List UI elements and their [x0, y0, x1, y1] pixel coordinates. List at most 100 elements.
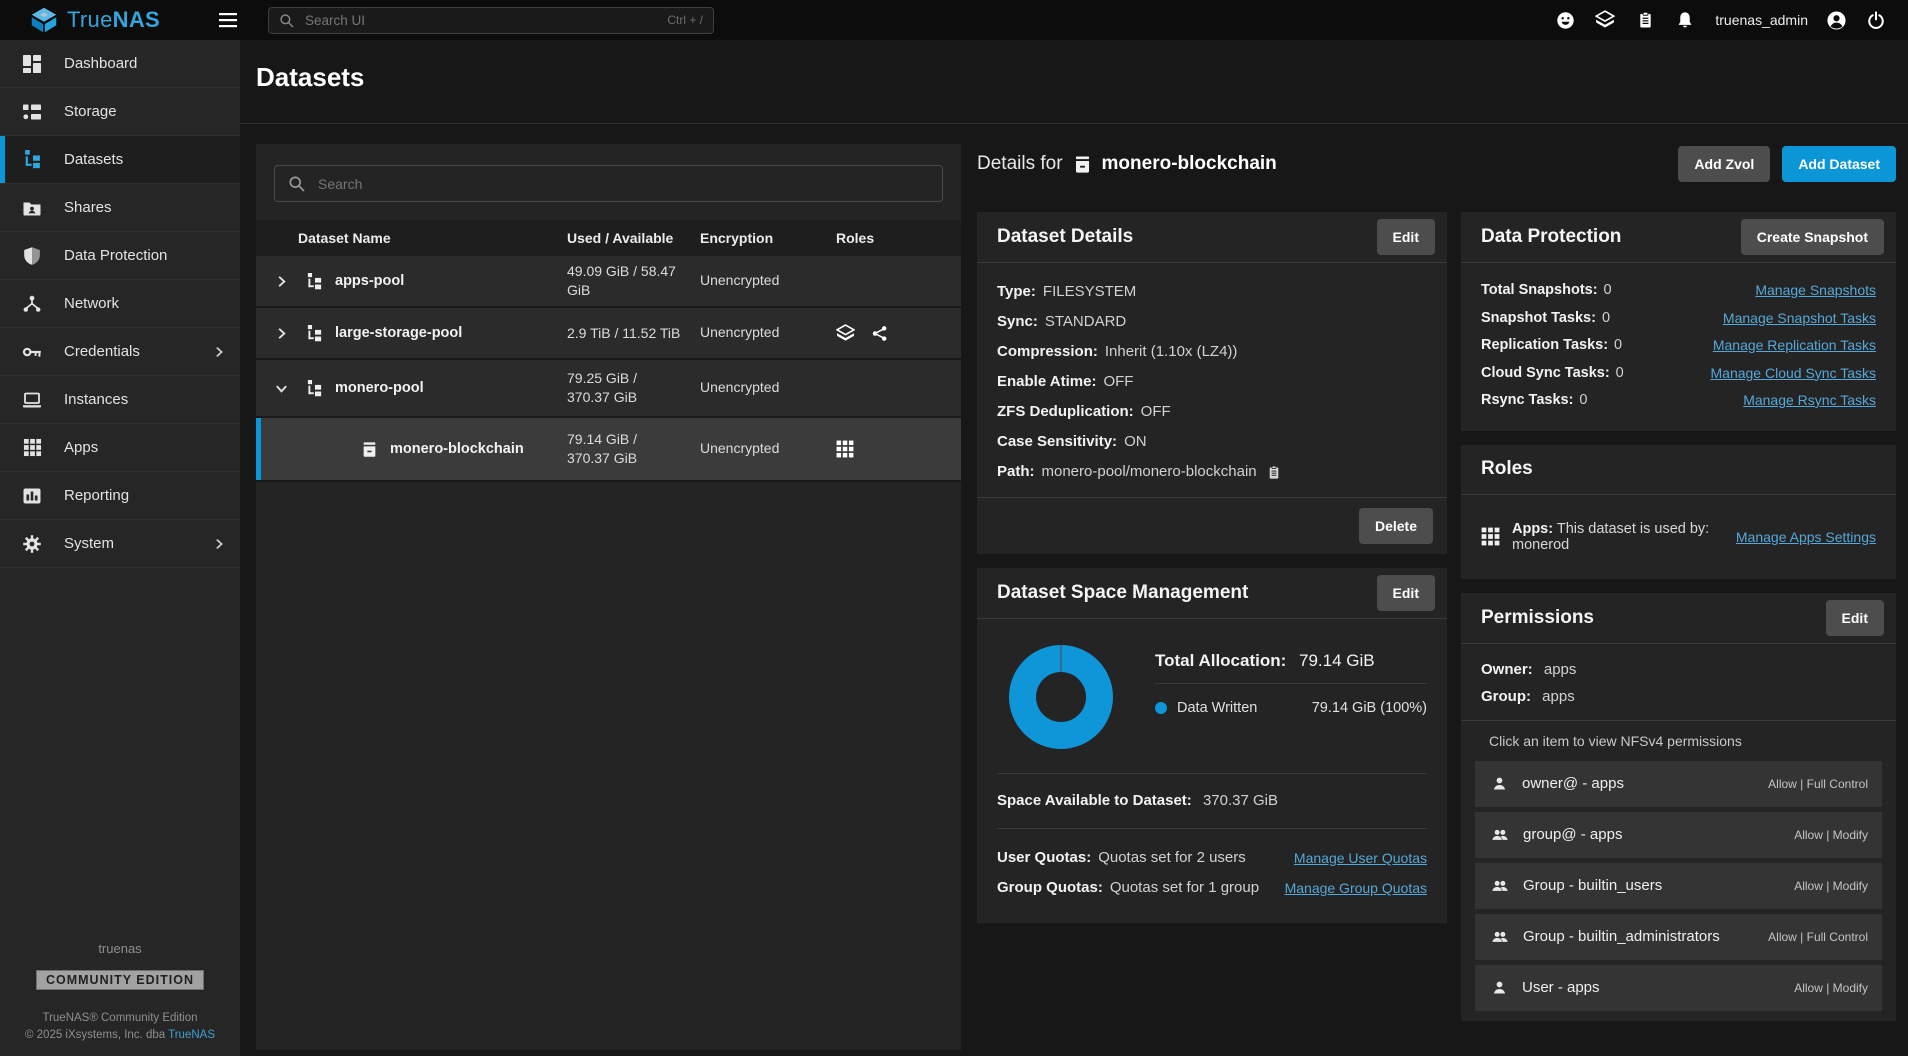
- truenas-logo[interactable]: TrueNAS: [0, 6, 206, 34]
- manage-group-quotas-link[interactable]: Manage Group Quotas: [1285, 873, 1427, 903]
- card-title: Data Protection: [1481, 226, 1621, 248]
- permission-who: Group - builtin_users: [1523, 877, 1662, 894]
- table-row-large-storage-pool[interactable]: large-storage-pool 2.9 TiB / 11.52 TiB U…: [256, 308, 961, 360]
- user-quotas-row: User Quotas: Quotas set for 2 users Mana…: [997, 843, 1427, 873]
- group-quotas-row: Group Quotas: Quotas set for 1 group Man…: [997, 873, 1427, 903]
- sidebar-nav: Dashboard Storage Datasets: [0, 40, 240, 568]
- footer-edition-line: TrueNAS® Community Edition: [0, 1010, 240, 1027]
- sidebar-item-label: Credentials: [64, 343, 212, 360]
- sidebar-item-storage[interactable]: Storage: [0, 88, 240, 136]
- space-available: Space Available to Dataset: 370.37 GiB: [997, 780, 1427, 822]
- manage-rsync-tasks-link[interactable]: Manage Rsync Tasks: [1743, 387, 1876, 415]
- power-icon: [1867, 11, 1885, 29]
- sidebar-item-reporting[interactable]: Reporting: [0, 472, 240, 520]
- sidebar-item-dashboard[interactable]: Dashboard: [0, 40, 240, 88]
- rsync-tasks-row: Rsync Tasks: 0 Manage Rsync Tasks: [1481, 387, 1876, 415]
- global-search: Ctrl + /: [268, 7, 714, 34]
- row-value: 0: [1579, 387, 1587, 415]
- manage-replication-tasks-link[interactable]: Manage Replication Tasks: [1713, 332, 1876, 360]
- create-snapshot-button[interactable]: Create Snapshot: [1741, 219, 1884, 255]
- manage-apps-settings-link[interactable]: Manage Apps Settings: [1736, 529, 1876, 545]
- search-icon: [288, 175, 305, 192]
- permission-item-group-at[interactable]: group@ - apps Allow | Modify: [1475, 812, 1882, 858]
- global-search-input[interactable]: [303, 12, 658, 29]
- copy-path-icon[interactable]: [1267, 465, 1281, 480]
- sidebar-item-apps[interactable]: Apps: [0, 424, 240, 472]
- manage-user-quotas-link[interactable]: Manage User Quotas: [1294, 843, 1427, 873]
- expand-chevron-right-icon[interactable]: [274, 274, 306, 289]
- collapse-chevron-down-icon[interactable]: [274, 381, 306, 396]
- manage-cloud-sync-tasks-link[interactable]: Manage Cloud Sync Tasks: [1711, 360, 1877, 388]
- used-available: 49.09 GiB / 58.47 GiB: [567, 263, 676, 298]
- space-donut-chart: [1009, 645, 1113, 749]
- account-menu-button[interactable]: [1818, 2, 1854, 38]
- edit-dataset-details-button[interactable]: Edit: [1377, 219, 1435, 255]
- sidebar-item-shares[interactable]: Shares: [0, 184, 240, 232]
- group-label: Group:: [1481, 688, 1531, 705]
- user-quotas-label: User Quotas:: [997, 843, 1091, 873]
- owner-row: Owner: apps: [1475, 656, 1882, 683]
- add-dataset-button[interactable]: Add Dataset: [1782, 146, 1896, 182]
- encryption-status: Unencrypted: [700, 440, 779, 456]
- pool-tree-icon: [306, 273, 323, 290]
- group-row: Group: apps: [1475, 683, 1882, 710]
- edit-space-button[interactable]: Edit: [1377, 575, 1435, 611]
- edit-permissions-button[interactable]: Edit: [1826, 600, 1884, 636]
- alerts-button[interactable]: [1667, 2, 1703, 38]
- table-row-monero-pool[interactable]: monero-pool 79.25 GiB / 370.37 GiB Unenc…: [256, 360, 961, 418]
- permission-who: Group - builtin_administrators: [1523, 928, 1720, 945]
- roles-card: Roles Apps: This dataset is used by: mo: [1461, 445, 1896, 579]
- card-title: Dataset Space Management: [997, 582, 1248, 604]
- encryption-status: Unencrypted: [700, 272, 779, 288]
- apps-role-grid-icon[interactable]: [836, 440, 854, 458]
- permission-who: group@ - apps: [1523, 826, 1622, 843]
- dataset-name: monero-pool: [335, 380, 424, 396]
- apps-role-layers-icon[interactable]: [836, 324, 855, 343]
- dataset-search-input[interactable]: [316, 175, 929, 193]
- add-zvol-button[interactable]: Add Zvol: [1678, 146, 1770, 182]
- truenas-footer-link[interactable]: TrueNAS: [168, 1029, 215, 1041]
- sidebar-item-system[interactable]: System: [0, 520, 240, 568]
- sidenav-toggle-button[interactable]: [212, 6, 244, 34]
- dataset-path-value: monero-pool/monero-blockchain: [1042, 457, 1257, 487]
- delete-dataset-button[interactable]: Delete: [1359, 508, 1433, 544]
- manage-snapshots-link[interactable]: Manage Snapshots: [1755, 277, 1876, 305]
- field-label: Sync:: [997, 307, 1038, 337]
- permission-item-user-apps[interactable]: User - apps Allow | Modify: [1475, 965, 1882, 1011]
- sidebar-item-label: Network: [64, 295, 226, 312]
- power-menu-button[interactable]: [1858, 2, 1894, 38]
- field-value: OFF: [1103, 367, 1133, 397]
- permission-item-builtin-users[interactable]: Group - builtin_users Allow | Modify: [1475, 863, 1882, 909]
- manage-snapshot-tasks-link[interactable]: Manage Snapshot Tasks: [1723, 305, 1876, 333]
- table-row-apps-pool[interactable]: apps-pool 49.09 GiB / 58.47 GiB Unencryp…: [256, 256, 961, 308]
- field-label: ZFS Deduplication:: [997, 397, 1134, 427]
- person-icon: [1491, 775, 1508, 792]
- sidebar: Dashboard Storage Datasets: [0, 40, 240, 1056]
- search-icon: [279, 13, 294, 28]
- permission-item-owner[interactable]: owner@ - apps Allow | Full Control: [1475, 761, 1882, 807]
- sidebar-item-data-protection[interactable]: Data Protection: [0, 232, 240, 280]
- sidebar-item-instances[interactable]: Instances: [0, 376, 240, 424]
- cloud-sync-tasks-row: Cloud Sync Tasks: 0 Manage Cloud Sync Ta…: [1481, 360, 1876, 388]
- sidebar-item-network[interactable]: Network: [0, 280, 240, 328]
- used-line1: 79.25 GiB /: [567, 369, 700, 388]
- chevron-right-icon: [212, 345, 226, 359]
- directory-services-button[interactable]: [1587, 2, 1623, 38]
- table-row-monero-blockchain[interactable]: monero-blockchain 79.14 GiB / 370.37 GiB…: [256, 418, 961, 482]
- sidebar-item-label: Dashboard: [64, 55, 226, 72]
- sidebar-item-credentials[interactable]: Credentials: [0, 328, 240, 376]
- permission-level: Allow | Modify: [1794, 981, 1868, 995]
- permission-item-builtin-administrators[interactable]: Group - builtin_administrators Allow | F…: [1475, 914, 1882, 960]
- storage-icon: [0, 102, 64, 122]
- share-role-icon[interactable]: [871, 325, 888, 342]
- brand-text: TrueNAS: [67, 7, 160, 33]
- sidebar-item-datasets[interactable]: Datasets: [0, 136, 240, 184]
- jobs-button[interactable]: [1627, 2, 1663, 38]
- hostname: truenas: [0, 941, 240, 956]
- legend-value: 79.14 GiB (100%): [1312, 700, 1427, 716]
- expand-chevron-right-icon[interactable]: [274, 326, 306, 341]
- feedback-button[interactable]: [1547, 2, 1583, 38]
- network-nodes-icon: [0, 294, 64, 314]
- space-available-label: Space Available to Dataset:: [997, 792, 1192, 809]
- sidebar-item-label: System: [64, 535, 212, 552]
